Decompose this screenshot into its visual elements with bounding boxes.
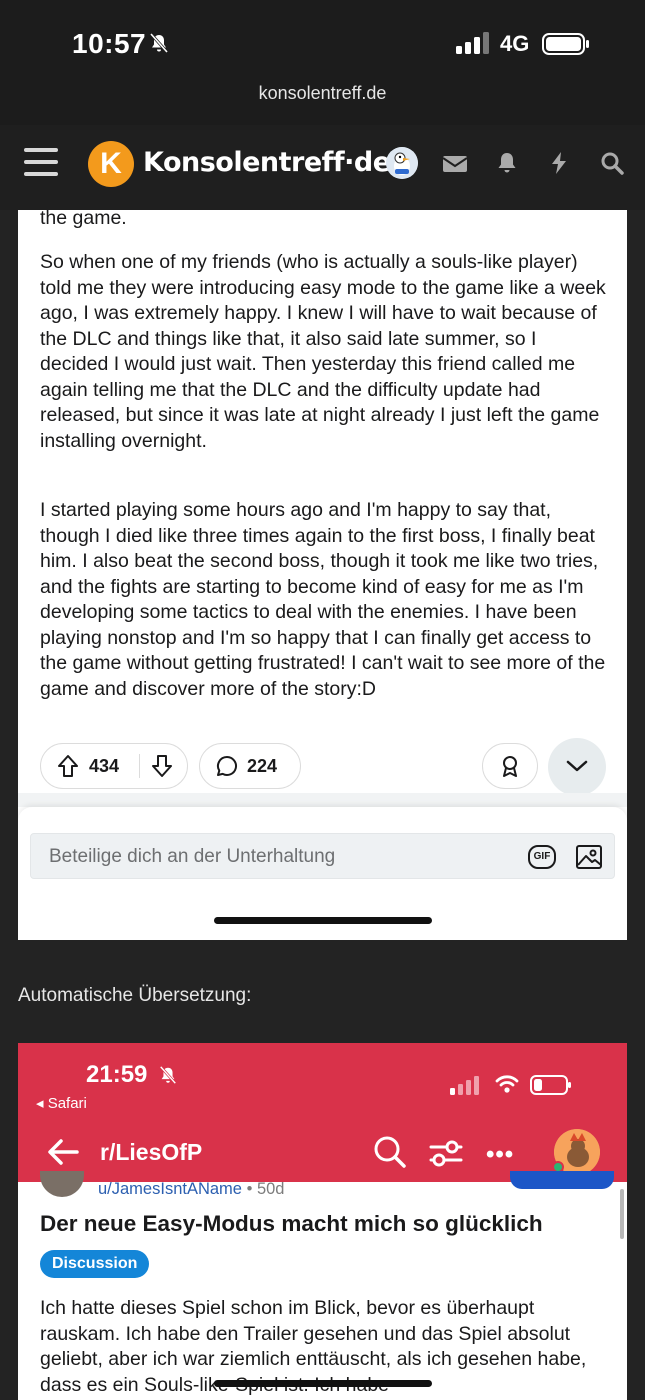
reply-area: Beteilige dich an der Unterhaltung GIF bbox=[18, 807, 627, 940]
network-type: 4G bbox=[500, 31, 530, 56]
collapse-button[interactable] bbox=[548, 738, 606, 796]
section-divider bbox=[18, 793, 627, 807]
address-bar[interactable]: konsolentreff.de bbox=[0, 80, 645, 125]
back-to-safari[interactable]: ◂ Safari bbox=[36, 1094, 87, 1112]
post-title: Der neue Easy-Modus macht mich so glückl… bbox=[40, 1211, 543, 1236]
author-name[interactable]: u/JamesIsntAName bbox=[98, 1180, 242, 1198]
cellular-signal-icon bbox=[450, 1076, 479, 1095]
award-button[interactable] bbox=[482, 743, 538, 789]
chevron-down-icon bbox=[566, 760, 588, 772]
menu-icon[interactable] bbox=[24, 148, 58, 176]
battery-icon bbox=[530, 1075, 571, 1095]
status-time: 21:59 bbox=[86, 1061, 148, 1088]
upvote-icon[interactable] bbox=[57, 754, 79, 778]
vote-bar: 434 bbox=[40, 743, 188, 789]
cellular-signal-icon bbox=[456, 32, 489, 54]
notification-bell-icon[interactable] bbox=[494, 150, 520, 176]
post-paragraph: the game. bbox=[40, 210, 127, 229]
site-header: K Konsolentreff·de bbox=[0, 125, 645, 210]
scrollbar[interactable] bbox=[620, 1189, 624, 1239]
subreddit-name[interactable]: r/LiesOfP bbox=[100, 1139, 202, 1166]
lightning-icon[interactable] bbox=[546, 150, 572, 176]
post-author[interactable]: u/JamesIsntAName • 50d bbox=[98, 1180, 284, 1199]
mascot-icon bbox=[386, 147, 418, 179]
downvote-icon[interactable] bbox=[151, 754, 173, 778]
search-icon[interactable] bbox=[373, 1135, 407, 1169]
vote-divider bbox=[139, 754, 140, 778]
status-time: 10:57 bbox=[72, 28, 147, 59]
comment-bubble-icon bbox=[216, 755, 238, 776]
reddit-header: 21:59 ◂ Safari r/LiesOfP ••• bbox=[18, 1043, 627, 1182]
back-arrow-icon[interactable] bbox=[46, 1137, 80, 1167]
mail-icon[interactable] bbox=[442, 150, 468, 176]
reddit-post-screenshot: the game. So when one of my friends (who… bbox=[18, 210, 627, 940]
post-flair[interactable]: Discussion bbox=[40, 1250, 150, 1278]
upvote-count: 434 bbox=[89, 756, 120, 776]
site-logo[interactable]: K bbox=[88, 141, 134, 187]
status-bar: 10:57 4G bbox=[0, 0, 645, 80]
filter-icon[interactable] bbox=[429, 1138, 463, 1168]
wifi-icon bbox=[495, 1075, 519, 1093]
translation-label: Automatische Übersetzung: bbox=[18, 985, 252, 1006]
author-avatar[interactable] bbox=[40, 1171, 84, 1197]
join-button[interactable] bbox=[510, 1171, 614, 1189]
comments-button[interactable]: 224 bbox=[199, 743, 301, 789]
translated-post-screenshot: 21:59 ◂ Safari r/LiesOfP ••• u/JamesIsnt… bbox=[18, 1043, 627, 1400]
post-age: • 50d bbox=[246, 1180, 285, 1198]
battery-icon bbox=[542, 33, 589, 55]
image-icon[interactable] bbox=[575, 843, 603, 871]
post-paragraph: So when one of my friends (who is actual… bbox=[40, 251, 606, 452]
award-icon bbox=[503, 756, 517, 777]
bell-muted-icon bbox=[159, 1065, 177, 1085]
comment-count: 224 bbox=[247, 756, 278, 776]
post-paragraph: I started playing some hours ago and I'm… bbox=[40, 499, 606, 700]
gif-icon[interactable]: GIF bbox=[528, 845, 556, 869]
reply-input[interactable]: Beteilige dich an der Unterhaltung GIF bbox=[30, 833, 615, 879]
search-icon[interactable] bbox=[599, 150, 625, 176]
site-name[interactable]: Konsolentreff·de bbox=[143, 147, 391, 178]
home-indicator bbox=[214, 917, 432, 924]
reply-placeholder: Beteilige dich an der Unterhaltung bbox=[49, 846, 336, 867]
bell-muted-icon bbox=[149, 33, 169, 53]
home-indicator bbox=[214, 1380, 432, 1387]
more-options-icon[interactable]: ••• bbox=[486, 1141, 514, 1169]
